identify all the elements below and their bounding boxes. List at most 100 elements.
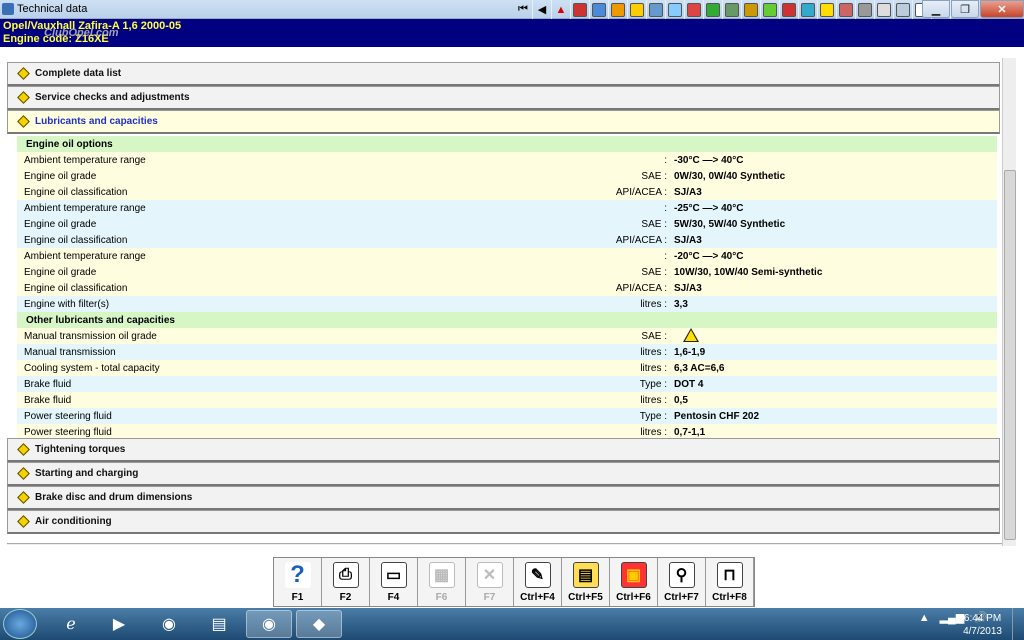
section-complete-data-list[interactable]: Complete data list	[7, 62, 1000, 86]
chrome-icon[interactable]: ◉	[146, 610, 192, 638]
watermark: ClubOpel.com	[44, 27, 119, 39]
table-row: Engine oil grade SAE : 0W/30, 0W/40 Synthe…	[17, 168, 997, 184]
row-label: Engine oil grade	[24, 170, 97, 182]
table-row: Ambient temperature range: -20°C —> 40°C	[17, 248, 997, 264]
fkey-f6: ▦ F6	[418, 558, 466, 606]
toolbar-icon-6[interactable]	[666, 0, 685, 19]
toolbar-icon-8[interactable]	[704, 0, 723, 19]
toolbar-icon-2[interactable]	[590, 0, 609, 19]
title-bar: Technical data ⏮ ◀ ▲ ▁ ❐ ✕	[0, 0, 1024, 19]
section-air-conditioning[interactable]: Air conditioning	[7, 510, 1000, 534]
toolbar-icon-18[interactable]	[894, 0, 913, 19]
technical-data-app-icon[interactable]: ◆	[296, 610, 342, 638]
table-row: Engine oil classification API/ACEA : SJ/A3	[17, 280, 997, 296]
function-key-bar: ? F1 ⎙ F2 ▭ F4 ▦ F6 ✕ F7 ✎ Ctrl+F4 ▤ Ctrl+F5 ▣ Ctrl+F6 ⚲…	[273, 557, 755, 607]
fkey-f1[interactable]: ? F1	[274, 558, 322, 606]
section-tightening-torques[interactable]: Tightening torques	[7, 438, 1000, 462]
chrome-window-icon[interactable]: ◉	[246, 610, 292, 638]
row-label: Cooling system - total capacity	[24, 362, 160, 374]
row-unit: :	[664, 250, 667, 262]
section-brake-disc[interactable]: Brake disc and drum dimensions	[7, 486, 1000, 510]
previous-icon[interactable]: ◀	[533, 0, 552, 19]
row-unit: API/ACEA :	[615, 282, 667, 294]
toolbar-icon-7[interactable]	[685, 0, 704, 19]
divider	[7, 543, 1002, 545]
fkey-ctrl-f8[interactable]: ⊓ Ctrl+F8	[706, 558, 754, 606]
fkey-ctrl-f4[interactable]: ✎ Ctrl+F4	[514, 558, 562, 606]
start-button[interactable]	[3, 609, 37, 639]
row-label: Brake fluid	[24, 394, 72, 406]
toolbar-icon-1[interactable]	[571, 0, 590, 19]
collapse-arrow-icon	[17, 115, 30, 128]
taskbar: ℯ ▶ ◉ ▤ ◉ ◆ ▲ ▂▄▆ 🔊 6:44 PM 4/7/2013	[0, 608, 1024, 640]
table-row: Engine with filter(s) litres : 3,3	[17, 296, 997, 312]
toolbar-icon-4[interactable]	[628, 0, 647, 19]
notes-icon: ✎	[524, 562, 551, 588]
fkey-f2[interactable]: ⎙ F2	[322, 558, 370, 606]
row-unit: Type :	[639, 378, 667, 390]
tray-arrow-icon[interactable]: ▲	[919, 612, 930, 624]
vertical-scrollbar[interactable]	[1002, 58, 1016, 546]
row-value: DOT 4	[674, 378, 704, 390]
warning-icon[interactable]: ▲	[552, 0, 571, 19]
close-button[interactable]: ✕	[980, 0, 1024, 18]
restore-button[interactable]: ❐	[951, 0, 979, 18]
expand-arrow-icon	[17, 91, 30, 104]
toolbar-icon-17[interactable]	[875, 0, 894, 19]
clock[interactable]: 6:44 PM 4/7/2013	[963, 612, 1002, 638]
toolbar-icon-11[interactable]	[761, 0, 780, 19]
toolbar-icon-9[interactable]	[723, 0, 742, 19]
row-value: -25°C —> 40°C	[674, 202, 744, 214]
toolbar-icon-15[interactable]	[837, 0, 856, 19]
toolbar-icon-16[interactable]	[856, 0, 875, 19]
table-row: Manual transmission oil grade SAE :	[17, 327, 997, 345]
row-value: SJ/A3	[674, 234, 702, 246]
ie-icon[interactable]: ℯ	[48, 610, 94, 638]
row-value: 3,3	[674, 298, 688, 310]
row-label: Ambient temperature range	[24, 202, 146, 214]
fkey-ctrl-f7[interactable]: ⚲ Ctrl+F7	[658, 558, 706, 606]
fkey-label: Ctrl+F5	[568, 592, 603, 603]
toolbar-icon-12[interactable]	[780, 0, 799, 19]
table-row: Engine oil classification API/ACEA : SJ/A3	[17, 232, 997, 248]
toolbar-icon-5[interactable]	[647, 0, 666, 19]
network-icon[interactable]: ▂▄▆	[940, 611, 965, 624]
data-icon: ▦	[428, 562, 455, 588]
row-label: Engine oil grade	[24, 266, 97, 278]
toolbar-icon-3[interactable]	[609, 0, 628, 19]
minimize-button[interactable]: ▁	[922, 0, 950, 18]
table-row: Brake fluid Type : DOT 4	[17, 376, 997, 392]
expand-arrow-icon	[17, 467, 30, 480]
toolbar-icon-13[interactable]	[799, 0, 818, 19]
row-unit: SAE :	[641, 218, 667, 230]
engine-code: Engine code: Z16XE	[3, 33, 109, 45]
fkey-ctrl-f6[interactable]: ▣ Ctrl+F6	[610, 558, 658, 606]
fkey-ctrl-f5[interactable]: ▤ Ctrl+F5	[562, 558, 610, 606]
row-label: Engine oil classification	[24, 282, 128, 294]
toolbar-icon-14[interactable]	[818, 0, 837, 19]
row-value[interactable]	[683, 327, 699, 345]
section-service-checks[interactable]: Service checks and adjustments	[7, 86, 1000, 110]
row-label: Ambient temperature range	[24, 154, 146, 166]
section-lubricants[interactable]: Lubricants and capacities	[7, 110, 1000, 134]
fkey-f4[interactable]: ▭ F4	[370, 558, 418, 606]
row-label: Brake fluid	[24, 378, 72, 390]
warning-icon[interactable]	[683, 327, 699, 342]
fkey-label: Ctrl+F7	[664, 592, 699, 603]
media-player-icon[interactable]: ▶	[96, 610, 142, 638]
fkey-f7: ✕ F7	[466, 558, 514, 606]
technical-data-panel: Complete data list Service checks and ad…	[7, 58, 1017, 548]
show-desktop-button[interactable]	[1012, 608, 1024, 640]
toolbar-icon-10[interactable]	[742, 0, 761, 19]
table-row: Brake fluid litres : 0,5	[17, 392, 997, 408]
file-explorer-icon[interactable]: ▤	[196, 610, 242, 638]
row-value: Pentosin CHF 202	[674, 410, 760, 422]
section-starting-charging[interactable]: Starting and charging	[7, 462, 1000, 486]
row-unit: litres :	[640, 362, 667, 374]
vehicle-header: Opel/Vauxhall Zafira-A 1,6 2000-05 Engin…	[0, 19, 1024, 47]
scroll-thumb[interactable]	[1004, 170, 1016, 540]
row-unit: Type :	[639, 410, 667, 422]
row-label: Other lubricants and capacities	[26, 314, 175, 326]
row-value: 0,5	[674, 394, 688, 406]
first-record-icon[interactable]: ⏮	[514, 0, 533, 19]
